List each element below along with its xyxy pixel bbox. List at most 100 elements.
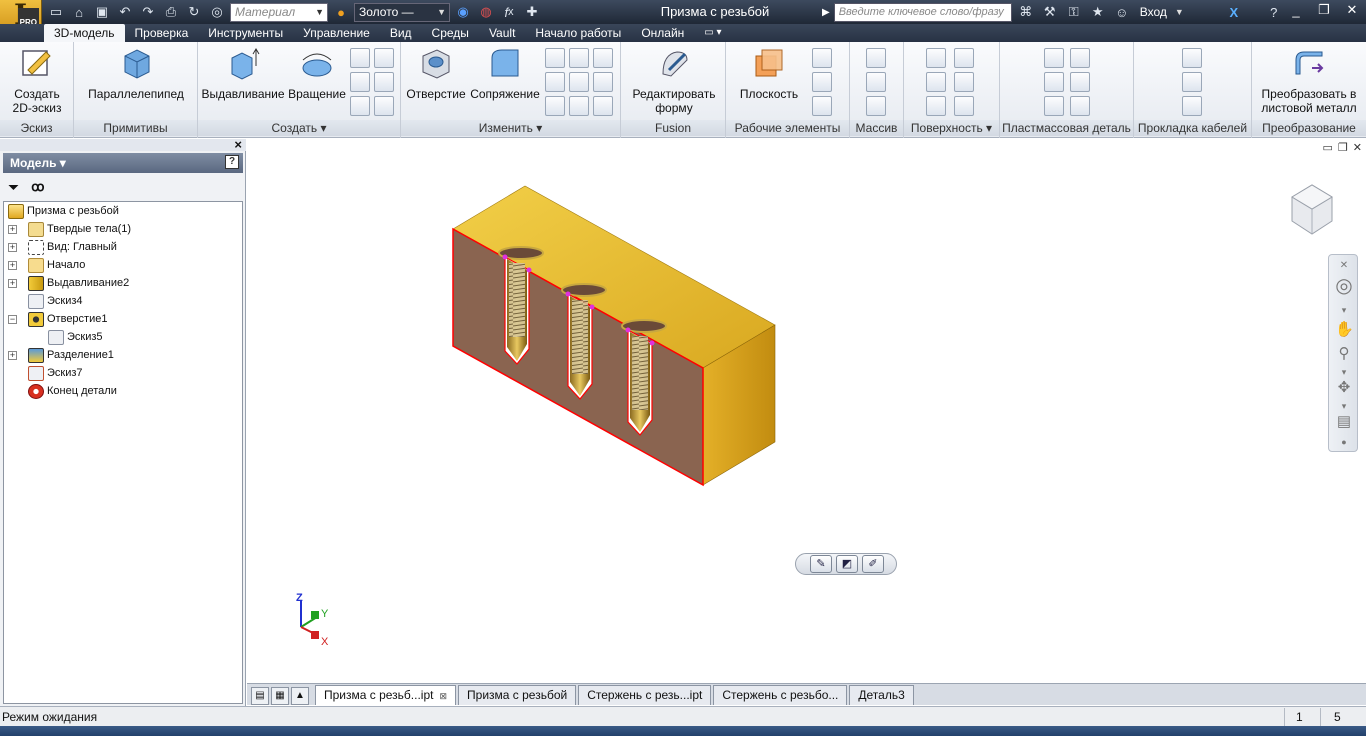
tree-item-origin[interactable]: Начало [28, 256, 85, 274]
hole-button[interactable]: Отверстие [403, 46, 469, 101]
ribbon-options-icon[interactable]: ▭ ▾ [694, 24, 731, 42]
edit-dimensions-icon[interactable]: ✐ [862, 555, 884, 573]
fx-parameters-icon[interactable]: fx [499, 2, 519, 22]
rule-fillet-icon[interactable] [1044, 96, 1064, 116]
doc-tab[interactable]: Призма с резьбой [458, 685, 577, 705]
navbar-close-icon[interactable]: ✕ [1335, 257, 1353, 275]
sculpt-icon[interactable] [926, 96, 946, 116]
update-icon[interactable]: ↻ [184, 2, 204, 22]
plane-button[interactable]: Плоскость [732, 46, 806, 101]
work-point-icon[interactable] [812, 72, 832, 92]
viewcube[interactable] [1287, 179, 1337, 241]
tab-tools[interactable]: Инструменты [198, 24, 293, 42]
work-axis-icon[interactable] [812, 48, 832, 68]
maximize-icon[interactable]: ❐ [1310, 0, 1338, 20]
tools-icon[interactable]: ⚒ [1040, 2, 1060, 22]
trim-icon[interactable] [954, 72, 974, 92]
cable-route-icon[interactable] [1182, 96, 1202, 116]
extrude-button[interactable]: Выдавливание [200, 46, 286, 101]
group-label-create[interactable]: Создать ▾ [198, 120, 400, 136]
binoculars-icon[interactable]: ⌘ [1016, 2, 1036, 22]
rectangular-pattern-icon[interactable] [866, 48, 886, 68]
doc-tab[interactable]: Деталь3 [849, 685, 914, 705]
tab-get-started[interactable]: Начало работы [525, 24, 631, 42]
tab-manage[interactable]: Управление [293, 24, 380, 42]
grill-icon[interactable] [1044, 48, 1064, 68]
tab-online[interactable]: Онлайн [631, 24, 694, 42]
expand-bodies-icon[interactable]: + [8, 225, 17, 234]
boss-icon[interactable] [1070, 48, 1090, 68]
create-sketch-button[interactable]: Создать 2D-эскиз [6, 46, 68, 115]
tab-environments[interactable]: Среды [422, 24, 479, 42]
edit-form-button[interactable]: Редактировать форму [625, 46, 723, 115]
adjust-appearance-icon[interactable]: ◉ [453, 2, 473, 22]
circular-pattern-icon[interactable] [866, 72, 886, 92]
split-icon[interactable] [569, 72, 589, 92]
expand-origin-icon[interactable]: + [8, 261, 17, 270]
lip-icon[interactable] [1070, 96, 1090, 116]
favorites-star-icon[interactable]: ★ [1088, 2, 1108, 22]
color-wheel-icon[interactable]: ◎ [207, 2, 227, 22]
expand-split-icon[interactable]: + [8, 351, 17, 360]
thread-icon[interactable] [593, 48, 613, 68]
move-face-icon[interactable] [593, 96, 613, 116]
stitch-icon[interactable] [954, 48, 974, 68]
fillet-button[interactable]: Сопряжение [469, 46, 541, 101]
exchange-x-icon[interactable]: X [1224, 2, 1244, 22]
open-icon[interactable]: ⌂ [69, 2, 89, 22]
zoom-icon[interactable]: ⚲ [1335, 345, 1353, 363]
tree-item-sketch7[interactable]: Эскиз7 [28, 364, 83, 382]
tile-windows-icon[interactable]: ▦ [271, 687, 289, 705]
tree-item-solid-bodies[interactable]: Твердые тела(1) [28, 220, 131, 238]
coil-icon[interactable] [374, 48, 394, 68]
derive-icon[interactable] [374, 96, 394, 116]
browser-help-icon[interactable]: ? [225, 155, 239, 169]
tree-item-sketch4[interactable]: Эскиз4 [28, 292, 83, 310]
tab-inspect[interactable]: Проверка [125, 24, 199, 42]
patch-icon[interactable] [926, 72, 946, 92]
rest-icon[interactable] [1044, 72, 1064, 92]
tree-item-view[interactable]: Вид: Главный [28, 238, 117, 256]
clear-appearance-icon[interactable]: ◍ [476, 2, 496, 22]
model-canvas[interactable] [247, 139, 1366, 683]
tab-vault[interactable]: Vault [479, 24, 525, 42]
cable-edit-icon[interactable] [1182, 72, 1202, 92]
steering-wheel-icon[interactable]: ◎ [1335, 276, 1353, 296]
thicken-icon[interactable] [926, 48, 946, 68]
box-button[interactable]: Параллелепипед [86, 46, 186, 101]
tree-item-split1[interactable]: Разделение1 [28, 346, 114, 364]
sign-in-dropdown-icon[interactable]: ▼ [1175, 7, 1184, 17]
doc-tab-close-icon[interactable]: ⊠ [439, 691, 447, 701]
minimize-icon[interactable]: _ [1282, 0, 1310, 20]
rib-icon[interactable] [374, 72, 394, 92]
look-at-icon[interactable]: ▤ [1335, 413, 1353, 431]
user-icon[interactable]: ☺ [1112, 2, 1132, 22]
new-icon[interactable]: ▭ [46, 2, 66, 22]
group-label-modify[interactable]: Изменить ▾ [401, 120, 620, 136]
convert-sheet-metal-button[interactable]: Преобразовать в листовой металл [1256, 46, 1362, 115]
find-binoculars-icon[interactable]: ꝏ [31, 179, 44, 195]
panel-grip[interactable]: × [0, 137, 246, 152]
subscription-icon[interactable]: ⚿ [1064, 2, 1084, 22]
tree-item-sketch5[interactable]: Эскиз5 [48, 328, 103, 346]
close-icon[interactable]: ✕ [1338, 0, 1366, 20]
cable-icon[interactable] [1182, 48, 1202, 68]
appearance-select[interactable]: Золото — ▼ [354, 2, 450, 22]
graphics-window[interactable]: ▭ ❐ ✕ ✕ ◎ ▾ ✋ ⚲ ▾ ✥ ▾ ▤ ● ✎ ◩ ✐ Z Y X [247, 139, 1366, 683]
edit-sketch-icon[interactable]: ✎ [810, 555, 832, 573]
doc-tab[interactable]: Стержень с резь...ipt [578, 685, 712, 705]
shell-icon[interactable] [569, 48, 589, 68]
tree-item-end-of-part[interactable]: Конец детали [28, 382, 117, 400]
redo-icon[interactable]: ↷ [138, 2, 158, 22]
delete-face-icon[interactable] [954, 96, 974, 116]
expand-arrow-icon[interactable]: ▶ [822, 7, 830, 18]
open-documents-menu-icon[interactable]: ▲ [291, 687, 309, 705]
tree-item-hole1[interactable]: Отверстие1 [28, 310, 107, 328]
add-icon[interactable]: ✚ [522, 2, 542, 22]
sign-in-link[interactable]: Вход [1140, 5, 1167, 19]
loft-icon[interactable] [350, 48, 370, 68]
mirror-icon[interactable] [866, 96, 886, 116]
tree-item-part[interactable]: Призма с резьбой [8, 202, 119, 220]
orbit-icon[interactable]: ✥ [1335, 379, 1353, 397]
doc-tab[interactable]: Призма с резьб...ipt ⊠ [315, 685, 457, 705]
